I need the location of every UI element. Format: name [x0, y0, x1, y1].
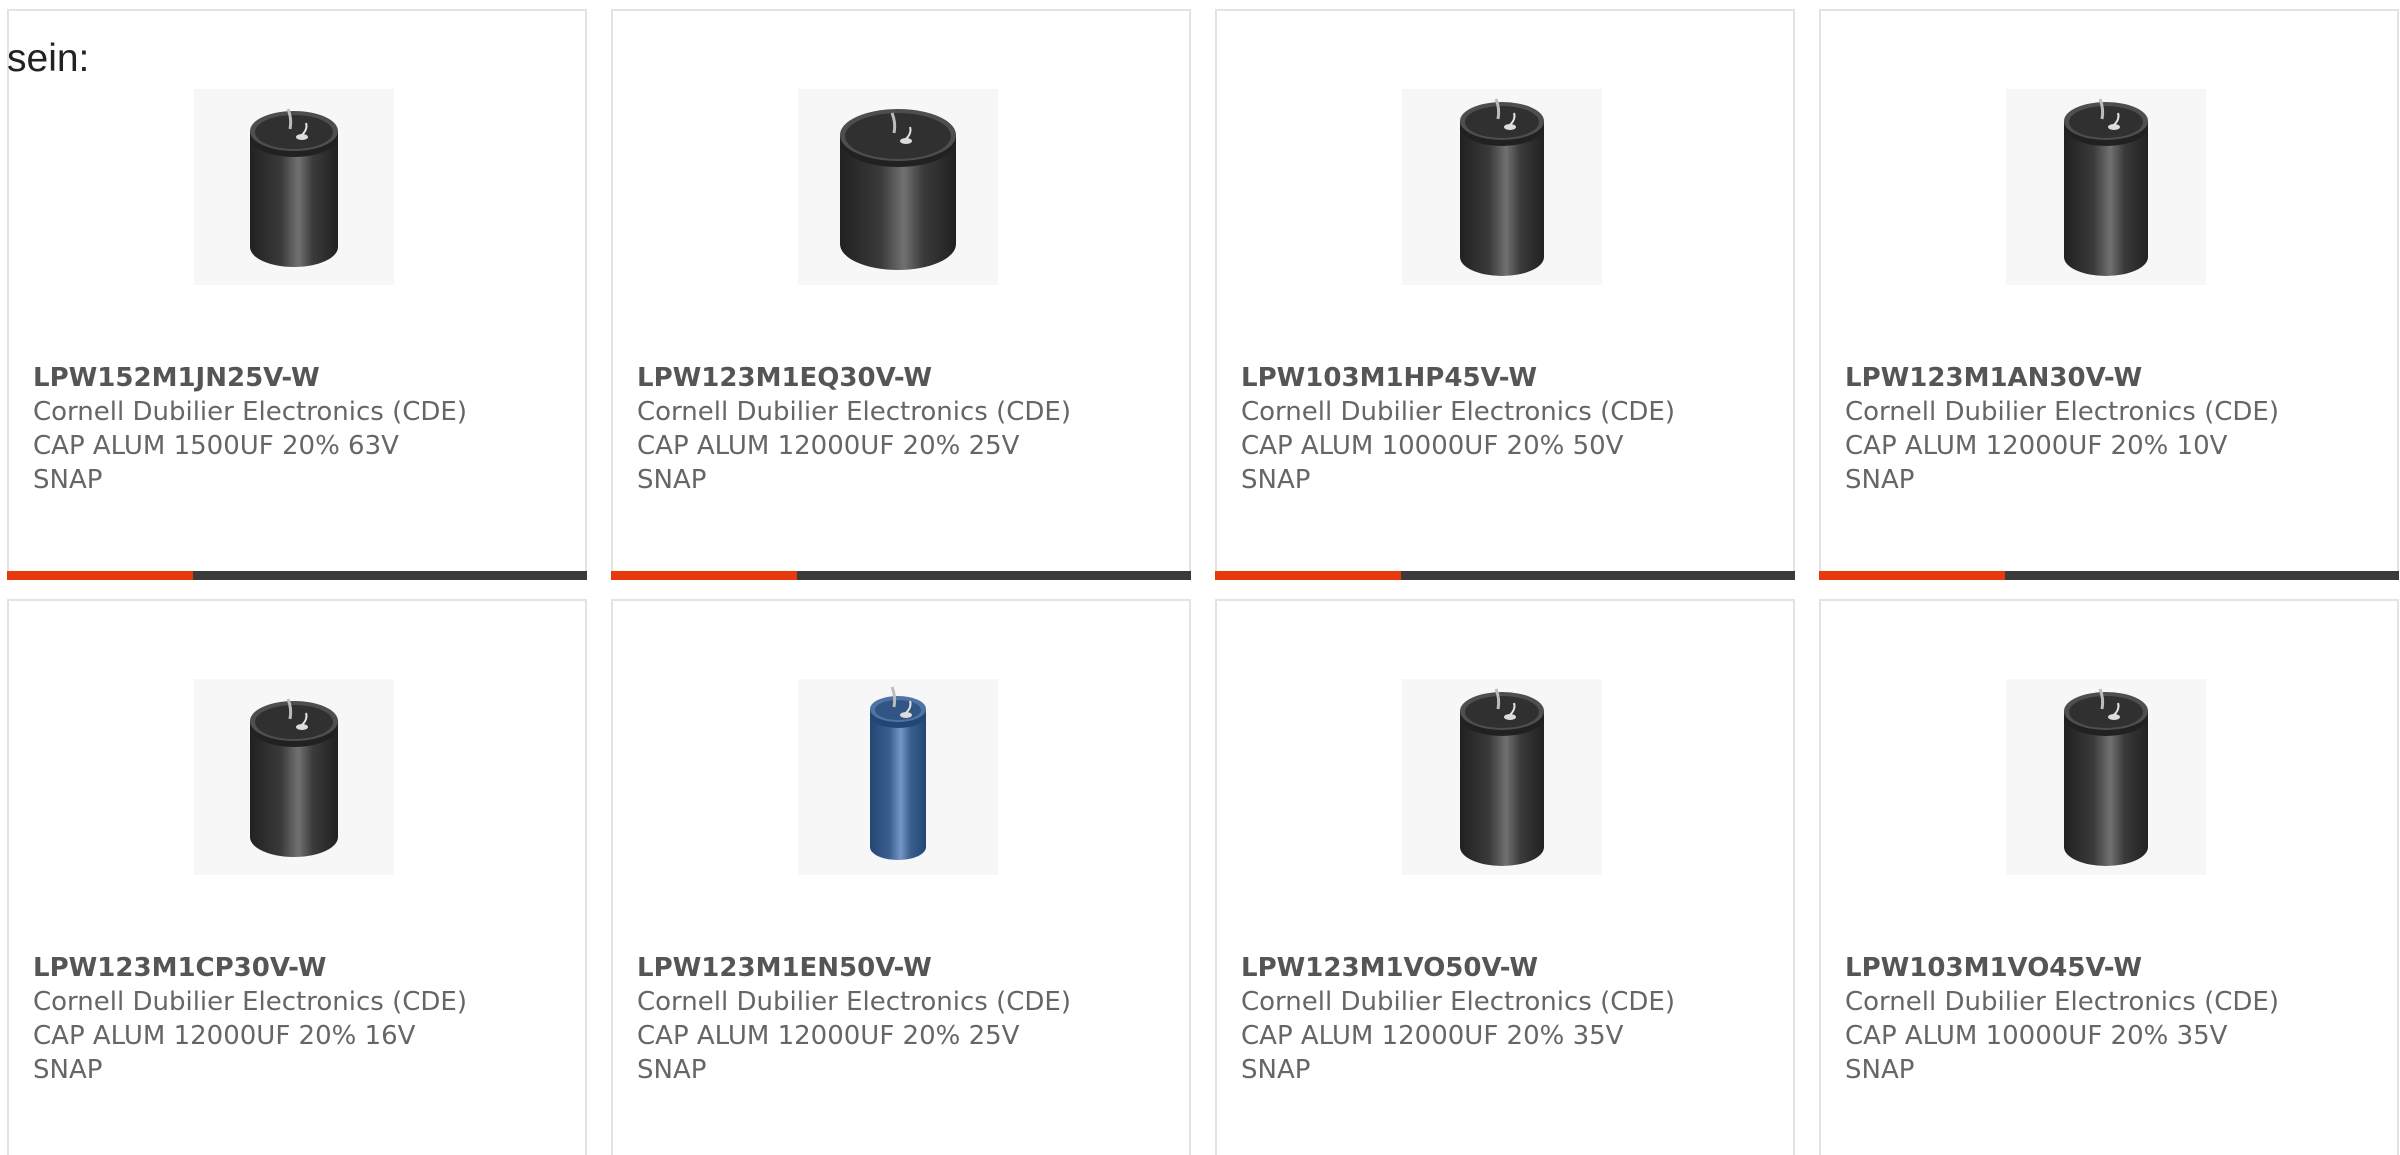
description: CAP ALUM 12000UF 20% 25V SNAP [637, 431, 1020, 495]
product-card[interactable]: LPW123M1VO50V-W Cornell Dubilier Electro… [1215, 599, 1795, 1155]
description: CAP ALUM 12000UF 20% 25V SNAP [637, 1021, 1020, 1085]
product-card[interactable]: LPW152M1JN25V-W Cornell Dubilier Electro… [7, 9, 587, 580]
product-card[interactable]: LPW103M1HP45V-W Cornell Dubilier Electro… [1215, 9, 1795, 580]
blue-snap-in-capacitor-icon [870, 686, 926, 860]
manufacturer: Cornell Dubilier Electronics (CDE) [637, 987, 1071, 1017]
capacitor-image [1402, 89, 1602, 285]
progress-fill [611, 571, 797, 580]
manufacturer: Cornell Dubilier Electronics (CDE) [1845, 987, 2279, 1017]
manufacturer: Cornell Dubilier Electronics (CDE) [1241, 397, 1675, 427]
progress-fill [1819, 571, 2005, 580]
capacitor-image [1402, 679, 1602, 875]
capacitor-image [798, 89, 998, 285]
part-number[interactable]: LPW123M1CP30V-W [33, 951, 569, 985]
product-card[interactable]: LPW123M1EN50V-W Cornell Dubilier Electro… [611, 599, 1191, 1155]
product-card[interactable]: LPW103M1VO45V-W Cornell Dubilier Electro… [1819, 599, 2399, 1155]
part-number[interactable]: LPW103M1HP45V-W [1241, 361, 1777, 395]
black-snap-in-capacitor-icon [1460, 688, 1544, 866]
product-card[interactable]: LPW123M1AN30V-W Cornell Dubilier Electro… [1819, 9, 2399, 580]
product-card[interactable]: LPW123M1CP30V-W Cornell Dubilier Electro… [7, 599, 587, 1155]
description: CAP ALUM 12000UF 20% 35V SNAP [1241, 1021, 1624, 1085]
part-number[interactable]: LPW123M1AN30V-W [1845, 361, 2381, 395]
capacitor-image [2006, 89, 2206, 285]
description: CAP ALUM 12000UF 20% 10V SNAP [1845, 431, 2228, 495]
product-card[interactable]: LPW123M1EQ30V-W Cornell Dubilier Electro… [611, 9, 1191, 580]
part-number[interactable]: LPW152M1JN25V-W [33, 361, 569, 395]
progress-bar [611, 571, 1191, 580]
black-snap-in-capacitor-icon [2064, 688, 2148, 866]
part-number[interactable]: LPW103M1VO45V-W [1845, 951, 2381, 985]
progress-fill [7, 571, 193, 580]
part-number[interactable]: LPW123M1EQ30V-W [637, 361, 1173, 395]
manufacturer: Cornell Dubilier Electronics (CDE) [1845, 397, 2279, 427]
description: CAP ALUM 10000UF 20% 50V SNAP [1241, 431, 1624, 495]
description: CAP ALUM 1500UF 20% 63V SNAP [33, 431, 399, 495]
black-snap-in-capacitor-icon [840, 109, 956, 270]
manufacturer: Cornell Dubilier Electronics (CDE) [33, 397, 467, 427]
manufacturer: Cornell Dubilier Electronics (CDE) [637, 397, 1071, 427]
black-snap-in-capacitor-icon [1460, 98, 1544, 276]
black-snap-in-capacitor-icon [2064, 98, 2148, 276]
manufacturer: Cornell Dubilier Electronics (CDE) [1241, 987, 1675, 1017]
capacitor-image [2006, 679, 2206, 875]
description: CAP ALUM 12000UF 20% 16V SNAP [33, 1021, 416, 1085]
progress-bar [1819, 571, 2399, 580]
capacitor-image [194, 89, 394, 285]
manufacturer: Cornell Dubilier Electronics (CDE) [33, 987, 467, 1017]
product-grid: sein: LPW152M1JN25V-W Cornell Dubilier E… [0, 0, 2400, 1155]
intro-text: sein: [7, 37, 90, 80]
capacitor-image [194, 679, 394, 875]
description: CAP ALUM 10000UF 20% 35V SNAP [1845, 1021, 2228, 1085]
capacitor-image [798, 679, 998, 875]
black-snap-in-capacitor-icon [250, 108, 338, 267]
progress-bar [7, 571, 587, 580]
progress-bar [1215, 571, 1795, 580]
progress-fill [1215, 571, 1401, 580]
black-snap-in-capacitor-icon [250, 698, 338, 857]
part-number[interactable]: LPW123M1EN50V-W [637, 951, 1173, 985]
part-number[interactable]: LPW123M1VO50V-W [1241, 951, 1777, 985]
